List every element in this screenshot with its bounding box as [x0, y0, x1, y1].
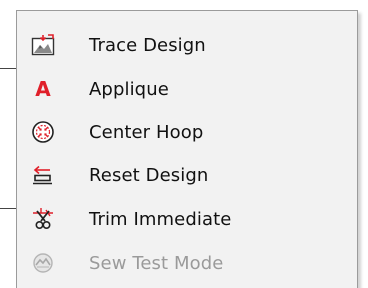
menu-item-sew-test-mode[interactable]: Sew Test Mode — [17, 241, 357, 285]
menu-item-label: Sew Test Mode — [89, 252, 224, 274]
sew-test-mode-icon — [30, 250, 56, 276]
applique-icon-glyph: A — [35, 77, 51, 101]
reset-design-icon — [30, 162, 56, 188]
menu-item-reset-design[interactable]: Reset Design — [17, 153, 357, 197]
menu-item-center-hoop[interactable]: Center Hoop — [17, 110, 357, 154]
applique-icon: A — [30, 76, 56, 102]
background-window-edge — [0, 68, 16, 69]
context-menu: Trace Design A Applique Center Hoop Rese… — [16, 10, 358, 288]
screen: Trace Design A Applique Center Hoop Rese… — [0, 0, 368, 288]
menu-item-trim-immediate[interactable]: Trim Immediate — [17, 197, 357, 241]
background-window-edge — [0, 208, 16, 209]
menu-item-label: Center Hoop — [89, 121, 204, 143]
trace-design-icon — [30, 32, 56, 58]
trim-immediate-icon — [30, 206, 56, 232]
menu-item-label: Trace Design — [89, 34, 206, 56]
menu-item-label: Applique — [89, 78, 169, 100]
menu-item-trace-design[interactable]: Trace Design — [17, 23, 357, 67]
center-hoop-icon — [30, 119, 56, 145]
menu-item-label: Reset Design — [89, 164, 209, 186]
menu-item-label: Trim Immediate — [89, 208, 232, 230]
menu-item-applique[interactable]: A Applique — [17, 67, 357, 111]
